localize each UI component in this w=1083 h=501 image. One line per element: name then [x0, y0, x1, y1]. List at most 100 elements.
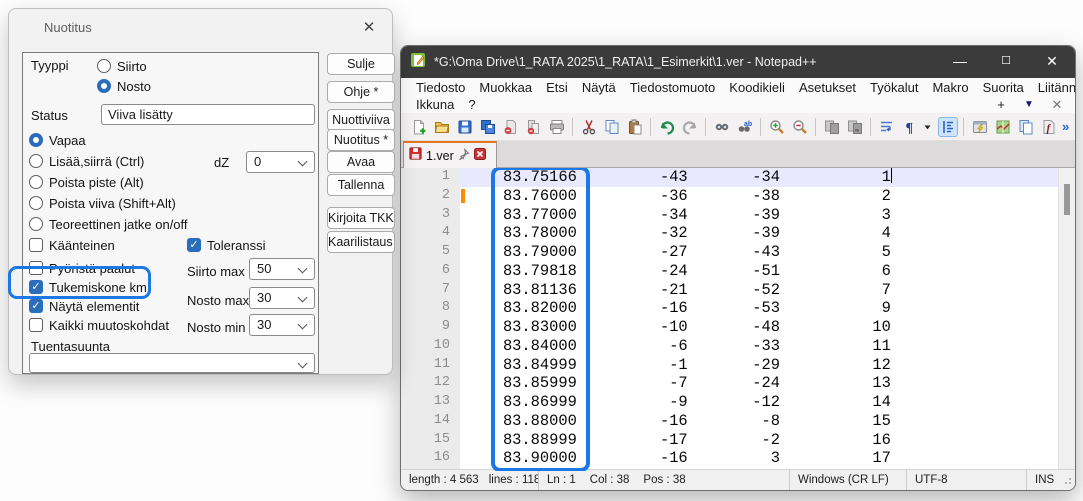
- dialog-button-kaarilistaus[interactable]: Kaarilistaus *: [327, 231, 395, 253]
- check-kaanteinen[interactable]: [29, 238, 43, 252]
- tab-close-icon[interactable]: [474, 147, 486, 165]
- tab-1ver[interactable]: 1.ver: [403, 141, 497, 168]
- line-number[interactable]: 13: [401, 393, 460, 412]
- menu-?[interactable]: ?: [461, 97, 482, 112]
- line-number[interactable]: 4: [401, 224, 460, 243]
- radio-vapaa-label[interactable]: Vapaa: [49, 133, 86, 148]
- minimize-button[interactable]: —: [937, 46, 983, 78]
- menu-liit-nn-iset[interactable]: Liitännäiset: [1031, 80, 1076, 95]
- check-nayta-elementit[interactable]: ✓: [29, 299, 43, 313]
- check-pyorista-paalut-label[interactable]: Pyöristä paalut: [49, 261, 135, 276]
- radio-teoreettinen-label[interactable]: Teoreettinen jatke on/off: [49, 217, 188, 232]
- dialog-button-sulje[interactable]: Sulje: [327, 53, 395, 75]
- editor-line[interactable]: 83.90000 -16 3 17: [466, 449, 892, 468]
- menu-ty-kalut[interactable]: Työkalut: [863, 80, 925, 95]
- redo-icon[interactable]: [680, 117, 700, 137]
- status-eol[interactable]: Windows (CR LF): [798, 474, 889, 486]
- document-map-icon[interactable]: [993, 117, 1013, 137]
- radio-poista-viiva-label[interactable]: Poista viiva (Shift+Alt): [49, 196, 176, 211]
- line-number[interactable]: 9: [401, 318, 460, 337]
- close-file-icon[interactable]: [501, 117, 521, 137]
- editor-line[interactable]: 83.75166 -43 -34 1: [466, 168, 892, 187]
- check-pyorista-paalut[interactable]: [29, 261, 43, 275]
- radio-lisaa-siirra[interactable]: [29, 154, 43, 168]
- nosto-min-combo[interactable]: 30: [249, 314, 315, 336]
- menu-n-yt-[interactable]: Näytä: [575, 80, 623, 95]
- check-tukemiskone-label[interactable]: Tukemiskone km: [49, 280, 147, 295]
- check-toleranssi[interactable]: ✓: [187, 238, 201, 252]
- status-insert-mode[interactable]: INS: [1035, 474, 1054, 486]
- editor-line[interactable]: 83.78000 -32 -39 4: [466, 224, 892, 243]
- tab-list-button[interactable]: ▼: [1017, 99, 1041, 110]
- dialog-button-nuottiviiva[interactable]: Nuottiviiva: [327, 109, 395, 131]
- check-tukemiskone[interactable]: ✓: [29, 280, 43, 294]
- zoom-out-icon[interactable]: [790, 117, 810, 137]
- menu-makro[interactable]: Makro: [925, 80, 975, 95]
- paste-icon[interactable]: [625, 117, 645, 137]
- save-all-icon[interactable]: [478, 117, 498, 137]
- line-number[interactable]: 5: [401, 243, 460, 262]
- sync-vertical-scroll-icon[interactable]: [822, 117, 842, 137]
- radio-poista-piste-label[interactable]: Poista piste (Alt): [49, 175, 144, 190]
- dialog-button-tallenna[interactable]: Tallenna: [327, 174, 395, 196]
- editor-line[interactable]: 83.84000 -6 -33 11: [466, 337, 892, 356]
- text-editor[interactable]: 12345678910111213141516 83.75166 -43 -34…: [401, 168, 1075, 471]
- word-wrap-icon[interactable]: [877, 117, 897, 137]
- menu-muokkaa[interactable]: Muokkaa: [472, 80, 539, 95]
- scrollbar-thumb[interactable]: [1064, 184, 1070, 215]
- line-number[interactable]: 8: [401, 299, 460, 318]
- radio-vapaa[interactable]: [29, 133, 43, 147]
- status-encoding[interactable]: UTF-8: [915, 474, 948, 486]
- line-number[interactable]: 2: [401, 187, 460, 206]
- copy-icon[interactable]: [602, 117, 622, 137]
- line-number[interactable]: 15: [401, 431, 460, 450]
- replace-icon[interactable]: ab: [735, 117, 755, 137]
- editor-line[interactable]: 83.83000 -10 -48 10: [466, 318, 892, 337]
- status-field[interactable]: Viiva lisätty: [101, 104, 315, 125]
- pin-icon[interactable]: [458, 147, 470, 165]
- clone-document-icon[interactable]: [1016, 117, 1036, 137]
- siirto-max-combo[interactable]: 50: [249, 258, 315, 280]
- zoom-in-icon[interactable]: [767, 117, 787, 137]
- save-icon[interactable]: [455, 117, 475, 137]
- dialog-button-kirjoita-tkk[interactable]: Kirjoita TKK *: [327, 207, 395, 229]
- menu-tiedosto[interactable]: Tiedosto: [409, 80, 472, 95]
- editor-line[interactable]: 83.86999 -9 -12 14: [466, 393, 892, 412]
- radio-nosto-label[interactable]: Nosto: [117, 79, 151, 94]
- check-kaikki-muutoskohdat-label[interactable]: Kaikki muutoskohdat: [49, 318, 169, 333]
- open-folder-icon[interactable]: [432, 117, 452, 137]
- radio-poista-piste[interactable]: [29, 175, 43, 189]
- dialog-button-avaa[interactable]: Avaa: [327, 151, 395, 173]
- indent-guide-icon[interactable]: [938, 117, 958, 137]
- editor-line[interactable]: 83.88000 -16 -8 15: [466, 412, 892, 431]
- function-list-icon[interactable]: f: [1039, 117, 1059, 137]
- editor-line[interactable]: 83.82000 -16 -53 9: [466, 299, 892, 318]
- check-kaikki-muutoskohdat[interactable]: [29, 318, 43, 332]
- resize-grip[interactable]: [1062, 475, 1072, 488]
- editor-line[interactable]: 83.88999 -17 -2 16: [466, 431, 892, 450]
- close-doc-button[interactable]: ✕: [1045, 97, 1069, 113]
- undo-icon[interactable]: [657, 117, 677, 137]
- nosto-max-combo[interactable]: 30: [249, 287, 315, 309]
- line-number[interactable]: 6: [401, 262, 460, 281]
- radio-lisaa-siirra-label[interactable]: Lisää,siirrä (Ctrl): [49, 154, 144, 169]
- dialog-button-ohje[interactable]: Ohje *: [327, 81, 395, 103]
- maximize-button[interactable]: ☐: [983, 46, 1029, 78]
- new-tab-button[interactable]: +: [989, 97, 1013, 112]
- editor-line[interactable]: 83.76000 -36 -38 2: [466, 187, 892, 206]
- menu-tiedostomuoto[interactable]: Tiedostomuoto: [623, 80, 723, 95]
- sync-horizontal-scroll-icon[interactable]: [845, 117, 865, 137]
- tuentasuunta-combo[interactable]: [29, 353, 315, 373]
- line-number[interactable]: 12: [401, 374, 460, 393]
- line-number[interactable]: 11: [401, 356, 460, 375]
- line-number[interactable]: 7: [401, 281, 460, 300]
- dialog-close-icon[interactable]: ✕: [358, 17, 380, 39]
- line-number[interactable]: 10: [401, 337, 460, 356]
- vertical-scrollbar[interactable]: [1058, 168, 1075, 471]
- show-all-chars-icon[interactable]: ¶: [900, 117, 920, 137]
- editor-line[interactable]: 83.77000 -34 -39 3: [466, 206, 892, 225]
- editor-line[interactable]: 83.79818 -24 -51 6: [466, 262, 892, 281]
- check-nayta-elementit-label[interactable]: Näytä elementit: [49, 299, 139, 314]
- line-number[interactable]: 1: [401, 168, 460, 187]
- menu-koodikieli[interactable]: Koodikieli: [722, 80, 792, 95]
